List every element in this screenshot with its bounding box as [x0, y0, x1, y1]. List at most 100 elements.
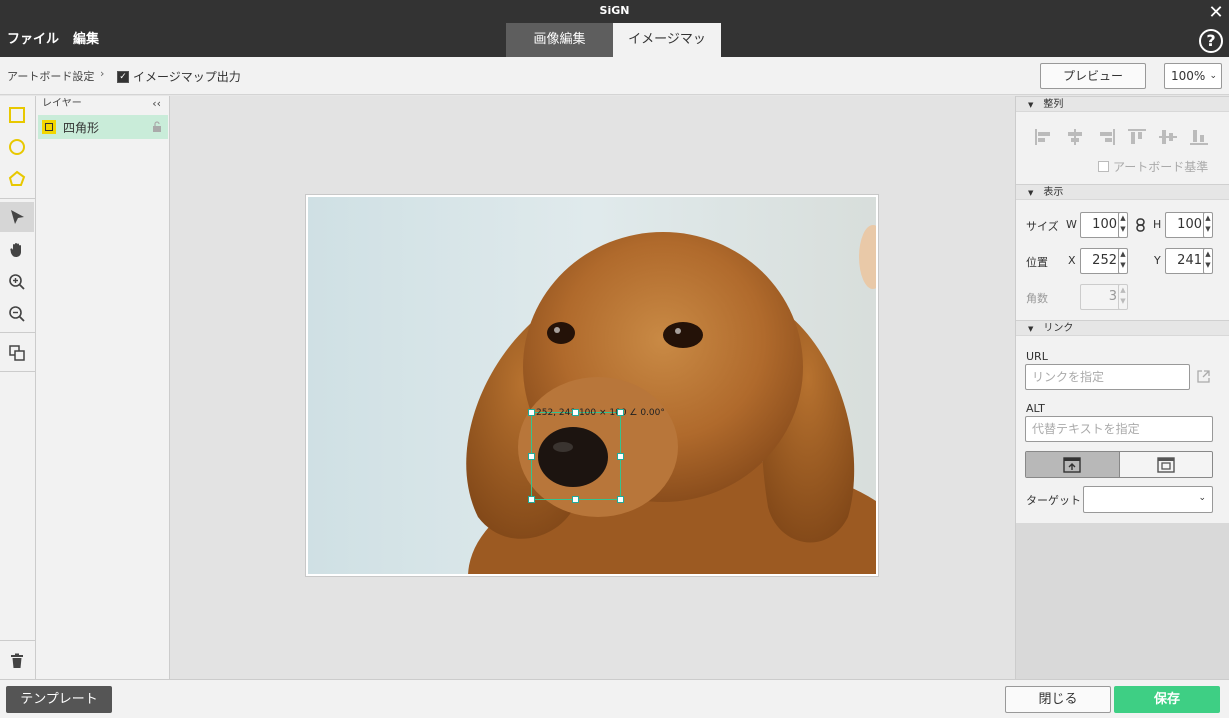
corners-label: 角数	[1026, 292, 1048, 305]
menu-edit[interactable]: 編集	[66, 30, 106, 50]
polygon-tool[interactable]	[0, 164, 34, 194]
artboard-settings-link[interactable]: アートボード設定	[7, 68, 94, 84]
resize-handle[interactable]	[528, 409, 535, 416]
preview-button[interactable]: プレビュー	[1040, 63, 1146, 89]
zoom-out-tool[interactable]	[0, 299, 34, 329]
size-label: サイズ	[1026, 220, 1059, 233]
align-left-icon[interactable]	[1034, 128, 1054, 146]
tab-image-edit[interactable]: 画像編集	[506, 23, 613, 57]
height-input[interactable]: 100	[1165, 212, 1207, 238]
y-input[interactable]: 241	[1165, 248, 1207, 274]
artboard[interactable]	[305, 194, 879, 577]
imagemap-output-toggle[interactable]: ✓ イメージマップ出力	[117, 68, 241, 85]
resize-handle[interactable]	[617, 409, 624, 416]
width-stepper[interactable]: ▲ ▼	[1118, 212, 1128, 238]
selection-rectangle[interactable]	[531, 412, 621, 500]
alt-input[interactable]: 代替テキストを指定	[1025, 416, 1213, 442]
template-button[interactable]: テンプレート	[6, 686, 112, 713]
resize-handle[interactable]	[617, 453, 624, 460]
rectangle-tool[interactable]	[0, 100, 34, 130]
target-select[interactable]: ⌄	[1083, 486, 1213, 513]
tool-palette	[0, 96, 36, 679]
align-right-icon[interactable]	[1096, 128, 1116, 146]
target-label: ターゲット	[1026, 494, 1081, 507]
artboard-basis-toggle[interactable]: アートボード基準	[1098, 158, 1208, 175]
close-button[interactable]: 閉じる	[1005, 686, 1111, 713]
layer-name: 四角形	[63, 120, 100, 135]
imagemap-output-label: イメージマップ出力	[133, 70, 241, 84]
trash-icon	[11, 653, 23, 668]
align-bottom-icon[interactable]	[1189, 128, 1209, 146]
layer-panel-header: レイヤー ‹‹	[36, 96, 169, 112]
canvas-area[interactable]: 252, 241 100 × 100 ∠ 0.00°	[170, 96, 1015, 679]
resize-handle[interactable]	[572, 409, 579, 416]
circle-icon	[9, 139, 25, 155]
select-tool[interactable]	[0, 202, 34, 232]
align-section-header[interactable]: ▼ 整列	[1016, 96, 1229, 112]
x-stepper[interactable]: ▲ ▼	[1118, 248, 1128, 274]
close-window-icon[interactable]: ✕	[1205, 2, 1227, 24]
unlock-icon[interactable]	[152, 121, 162, 132]
save-button[interactable]: 保存	[1114, 686, 1220, 713]
zoom-value: 100%	[1171, 69, 1206, 83]
display-section: ▼ 表示 サイズ W 100 ▲ ▼ H 100 ▲ ▼ 位置 X 252 ▲ ▼ Y …	[1016, 184, 1229, 320]
align-top-icon[interactable]	[1127, 128, 1147, 146]
link-open-mode	[1025, 451, 1213, 478]
arrange-tool[interactable]	[0, 338, 34, 368]
display-section-header[interactable]: ▼ 表示	[1016, 184, 1229, 200]
mode-tabs: 画像編集 イメージマップ	[506, 23, 721, 81]
divider	[0, 640, 35, 641]
open-same-window-button[interactable]	[1026, 452, 1120, 477]
bottom-bar: テンプレート 閉じる 保存	[0, 679, 1229, 718]
checkbox-checked-icon[interactable]: ✓	[117, 70, 129, 83]
link-chain-icon[interactable]	[1136, 218, 1145, 232]
align-middle-v-icon[interactable]	[1158, 128, 1178, 146]
external-link-icon[interactable]	[1196, 369, 1211, 384]
chevron-down-icon: ⌄	[1198, 493, 1206, 503]
align-center-h-icon[interactable]	[1065, 128, 1085, 146]
selection-info: 252, 241 100 × 100 ∠ 0.00°	[536, 408, 665, 418]
tab-image-map[interactable]: イメージマップ	[613, 23, 721, 81]
hand-tool[interactable]	[0, 235, 34, 265]
chevron-right-icon: ›	[100, 67, 105, 80]
resize-handle[interactable]	[528, 453, 535, 460]
width-input[interactable]: 100	[1080, 212, 1122, 238]
open-new-window-button[interactable]	[1119, 452, 1212, 477]
toolbar: アートボード設定 › ✓ イメージマップ出力 プレビュー 100% ⌄	[0, 57, 1229, 95]
zoom-in-tool[interactable]	[0, 267, 34, 297]
height-stepper[interactable]: ▲ ▼	[1203, 212, 1213, 238]
upload-window-icon	[1063, 456, 1081, 473]
x-label: X	[1068, 254, 1076, 267]
resize-handle[interactable]	[572, 496, 579, 503]
chevron-down-icon: ▼	[1028, 325, 1034, 333]
divider	[0, 371, 35, 372]
checkbox-unchecked-icon[interactable]	[1098, 161, 1109, 172]
corners-stepper[interactable]: ▲ ▼	[1118, 284, 1128, 310]
dog-photo	[308, 197, 876, 574]
align-title: 整列	[1043, 99, 1064, 110]
layers-copy-icon	[9, 345, 25, 361]
layer-panel-title: レイヤー	[42, 98, 82, 109]
corners-input[interactable]: 3	[1080, 284, 1122, 310]
zoom-in-icon	[9, 274, 25, 290]
link-section-header[interactable]: ▼ リンク	[1016, 320, 1229, 336]
app-title: SiGN	[599, 4, 630, 17]
layer-item-rectangle[interactable]: 四角形	[38, 115, 168, 139]
y-stepper[interactable]: ▲ ▼	[1203, 248, 1213, 274]
position-label: 位置	[1026, 256, 1048, 269]
x-input[interactable]: 252	[1080, 248, 1122, 274]
resize-handle[interactable]	[617, 496, 624, 503]
delete-tool[interactable]	[0, 646, 34, 676]
zoom-select[interactable]: 100% ⌄	[1164, 63, 1222, 89]
rectangle-layer-icon	[42, 120, 56, 134]
rectangle-icon	[9, 107, 25, 123]
arrow-cursor-icon	[11, 210, 24, 224]
resize-handle[interactable]	[528, 496, 535, 503]
menu-file[interactable]: ファイル	[0, 30, 66, 50]
collapse-icon[interactable]: ‹‹	[152, 96, 161, 112]
width-label: W	[1066, 218, 1077, 231]
help-icon[interactable]: ?	[1199, 29, 1223, 53]
ellipse-tool[interactable]	[0, 132, 34, 162]
zoom-out-icon	[9, 306, 25, 322]
url-input[interactable]: リンクを指定	[1025, 364, 1190, 390]
